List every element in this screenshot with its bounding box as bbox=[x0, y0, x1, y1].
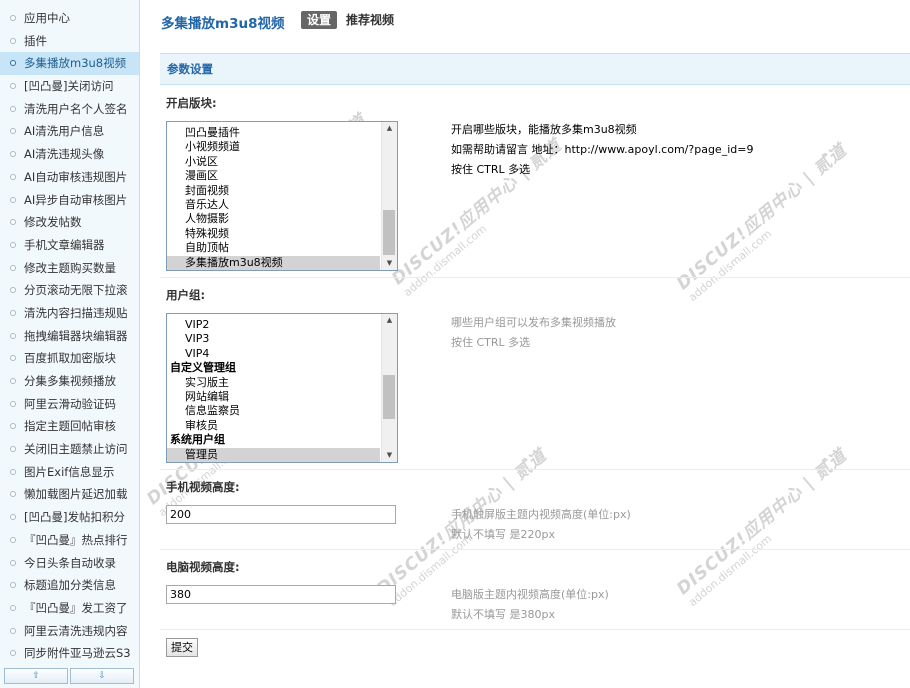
section-header: 参数设置 bbox=[160, 53, 910, 85]
select-option[interactable]: 网站编辑 bbox=[167, 390, 380, 404]
mobile-height-input[interactable] bbox=[166, 505, 396, 524]
pc-height-tip: 电脑版主题内视频高度(单位:px) 默认不填写 是380px bbox=[451, 585, 609, 625]
optgroup-label: 系统用户组 bbox=[170, 433, 225, 447]
sidebar-item[interactable]: 今日头条自动收录 bbox=[0, 552, 139, 575]
select-option[interactable]: 自助顶帖 bbox=[167, 241, 380, 255]
sidebar-item[interactable]: 应用中心 bbox=[0, 7, 139, 30]
tip-line: 默认不填写 是380px bbox=[451, 608, 555, 621]
sidebar-nav: 应用中心 插件 多集播放m3u8视频 [凹凸曼]关闭访问 清洗用户名个人签名 AI清洗用户… bbox=[0, 0, 140, 688]
scroll-down-arrow-icon[interactable]: ▼ bbox=[382, 257, 397, 270]
sidebar-item[interactable]: [凹凸曼]发帖扣积分 bbox=[0, 506, 139, 529]
sidebar-item[interactable]: AI清洗违规头像 bbox=[0, 143, 139, 166]
optgroup-label: 自定义管理组 bbox=[170, 361, 236, 375]
mobile-height-tip: 手机触屏版主题内视频高度(单位:px) 默认不填写 是220px bbox=[451, 505, 631, 545]
select-option[interactable]: VIP2 bbox=[167, 318, 380, 332]
select-option[interactable]: 特殊视频 bbox=[167, 227, 380, 241]
sidebar-item[interactable]: [凹凸曼]关闭访问 bbox=[0, 75, 139, 98]
forums-tip: 开启哪些版块，能播放多集m3u8视频 如需帮助请留言 地址：http://www… bbox=[451, 120, 753, 180]
select-option[interactable]: 审核员 bbox=[167, 419, 380, 433]
sidebar-item[interactable]: 阿里云清洗违规内容 bbox=[0, 620, 139, 643]
scrollbar-thumb[interactable] bbox=[383, 375, 395, 419]
arrow-up-icon: ⇧ bbox=[32, 671, 40, 681]
select-option[interactable]: 实习版主 bbox=[167, 376, 380, 390]
select-option[interactable]: 管理员 bbox=[167, 447, 380, 462]
tab-recommended-videos[interactable]: 推荐视频 bbox=[346, 11, 394, 29]
sidebar-item[interactable]: 清洗用户名个人签名 bbox=[0, 98, 139, 121]
select-option[interactable]: 多集播放m3u8视频 bbox=[167, 255, 380, 270]
select-option[interactable]: 凹凸曼插件 bbox=[167, 126, 380, 140]
sidebar-item[interactable]: 关闭旧主题禁止访问 bbox=[0, 438, 139, 461]
usergroups-multiselect[interactable]: VIP2 VIP3 VIP4 自定义管理组 实习版主 网站编辑 信息监察员 审核员 系统用户组管… bbox=[166, 313, 398, 463]
forums-multiselect[interactable]: 凹凸曼插件 小视频频道 小说区 漫画区 封面视频 音乐达人 人物摄影 特殊视频 自助顶帖 多集播放… bbox=[166, 121, 398, 271]
submit-button[interactable]: 提交 bbox=[166, 638, 198, 657]
tip-line: 按住 CTRL 多选 bbox=[451, 163, 531, 176]
sidebar-item[interactable]: AI异步自动审核图片 bbox=[0, 189, 139, 212]
page-title: 多集播放m3u8视频 bbox=[161, 16, 285, 32]
sidebar-item[interactable]: 同步附件亚马逊云S3 bbox=[0, 642, 139, 665]
select-option[interactable]: 人物摄影 bbox=[167, 212, 380, 226]
forums-scrollbar[interactable]: ▲ ▼ bbox=[381, 122, 397, 270]
scroll-up-arrow-icon[interactable]: ▲ bbox=[382, 122, 397, 135]
divider bbox=[160, 469, 910, 470]
select-option[interactable]: 漫画区 bbox=[167, 169, 380, 183]
divider bbox=[160, 277, 910, 278]
sidebar-item[interactable]: 拖拽编辑器块编辑器 bbox=[0, 325, 139, 348]
tip-line: 手机触屏版主题内视频高度(单位:px) bbox=[451, 508, 631, 521]
sidebar-item[interactable]: 多集播放m3u8视频 bbox=[0, 52, 139, 76]
tip-line: 默认不填写 是220px bbox=[451, 528, 555, 541]
usergroups-label: 用户组: bbox=[166, 288, 206, 302]
pc-height-label: 电脑视频高度: bbox=[166, 560, 240, 574]
select-option[interactable]: 信息监察员 bbox=[167, 404, 380, 418]
forums-option-list: 凹凸曼插件 小视频频道 小说区 漫画区 封面视频 音乐达人 人物摄影 特殊视频 自助顶帖 多集播放… bbox=[167, 126, 397, 270]
watermark: DISCUZ!应用中心 | 贰道addon.dismall.com bbox=[673, 445, 851, 610]
select-option[interactable]: VIP3 bbox=[167, 332, 380, 346]
tip-line: 电脑版主题内视频高度(单位:px) bbox=[451, 588, 609, 601]
scroll-up-button[interactable]: ⇧ bbox=[4, 668, 68, 684]
usergroups-option-list: VIP2 VIP3 VIP4 自定义管理组 实习版主 网站编辑 信息监察员 审核员 系统用户组管… bbox=[167, 318, 397, 462]
sidebar-item[interactable]: 分集多集视频播放 bbox=[0, 370, 139, 393]
select-option[interactable]: VIP4 bbox=[167, 347, 380, 361]
sidebar-item[interactable]: 标题追加分类信息 bbox=[0, 574, 139, 597]
scroll-down-arrow-icon[interactable]: ▼ bbox=[382, 449, 397, 462]
tip-line: 哪些用户组可以发布多集视频播放 bbox=[451, 316, 616, 329]
sidebar-item[interactable]: 懒加载图片延迟加载 bbox=[0, 483, 139, 506]
sidebar-item[interactable]: 指定主题回帖审核 bbox=[0, 415, 139, 438]
sidebar-item[interactable]: 图片Exif信息显示 bbox=[0, 461, 139, 484]
sidebar-item[interactable]: AI自动审核违规图片 bbox=[0, 166, 139, 189]
section-title: 参数设置 bbox=[167, 62, 213, 76]
mobile-height-label: 手机视频高度: bbox=[166, 480, 240, 494]
arrow-down-icon: ⇩ bbox=[98, 671, 106, 681]
sidebar-item[interactable]: 清洗内容扫描违规贴 bbox=[0, 302, 139, 325]
scrollbar-thumb[interactable] bbox=[383, 210, 395, 255]
sidebar-item[interactable]: 阿里云滑动验证码 bbox=[0, 393, 139, 416]
tab-settings[interactable]: 设置 bbox=[301, 11, 338, 29]
select-option[interactable]: 音乐达人 bbox=[167, 198, 380, 212]
divider bbox=[160, 549, 910, 550]
select-option[interactable]: 小说区 bbox=[167, 155, 380, 169]
forums-label: 开启版块: bbox=[166, 96, 217, 110]
select-option[interactable]: 小视频频道 bbox=[167, 140, 380, 154]
tip-line: 开启哪些版块，能播放多集m3u8视频 bbox=[451, 123, 637, 136]
pc-height-input[interactable] bbox=[166, 585, 396, 604]
usergroups-scrollbar[interactable]: ▲ ▼ bbox=[381, 314, 397, 462]
divider bbox=[160, 629, 910, 630]
sidebar-item[interactable]: 百度抓取加密版块 bbox=[0, 347, 139, 370]
usergroups-tip: 哪些用户组可以发布多集视频播放 按住 CTRL 多选 bbox=[451, 313, 616, 353]
scroll-up-arrow-icon[interactable]: ▲ bbox=[382, 314, 397, 327]
sidebar-item[interactable]: 修改发帖数 bbox=[0, 211, 139, 234]
sidebar-item[interactable]: 修改主题购买数量 bbox=[0, 257, 139, 280]
sidebar-item[interactable]: 插件 bbox=[0, 30, 139, 53]
sidebar-item[interactable]: 『凹凸曼』发工资了 bbox=[0, 597, 139, 620]
sidebar-list: 应用中心 插件 多集播放m3u8视频 [凹凸曼]关闭访问 清洗用户名个人签名 AI清洗用户… bbox=[0, 0, 139, 665]
sidebar-scroll-controls: ⇧ ⇩ bbox=[0, 666, 139, 688]
tip-line: 按住 CTRL 多选 bbox=[451, 336, 531, 349]
tip-line: 如需帮助请留言 地址：http://www.apoyl.com/?page_id… bbox=[451, 143, 754, 156]
scroll-down-button[interactable]: ⇩ bbox=[70, 668, 134, 684]
select-option[interactable]: 封面视频 bbox=[167, 184, 380, 198]
sidebar-item[interactable]: 分页滚动无限下拉滚 bbox=[0, 279, 139, 302]
sidebar-item[interactable]: 手机文章编辑器 bbox=[0, 234, 139, 257]
sidebar-item[interactable]: 『凹凸曼』热点排行 bbox=[0, 529, 139, 552]
sidebar-item[interactable]: AI清洗用户信息 bbox=[0, 120, 139, 143]
